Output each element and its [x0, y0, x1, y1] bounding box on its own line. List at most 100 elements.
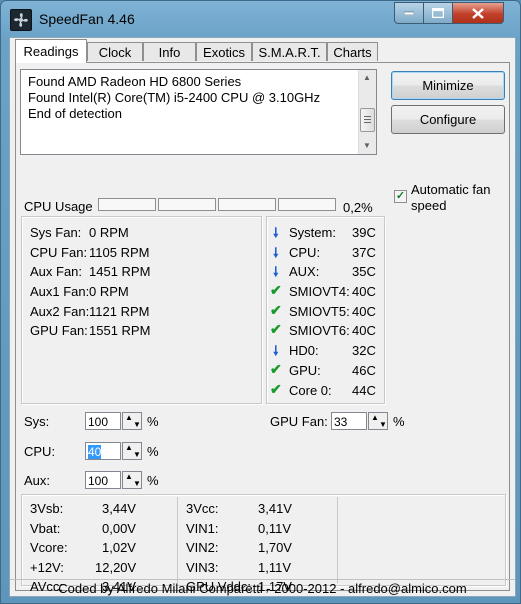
window-title: SpeedFan 4.46 [39, 11, 135, 27]
temp-label: SMIOVT6: [289, 323, 350, 338]
temp-label: HD0: [289, 343, 319, 358]
voltage-label: Vcore: [30, 540, 68, 555]
cpu-usage-bar-3 [218, 198, 276, 211]
sys-speed-label: Sys: [24, 414, 50, 429]
temp-label: Core 0: [289, 383, 332, 398]
temp-label: SMIOVT4: [289, 284, 350, 299]
check-icon: ✔ [270, 321, 282, 337]
aux-speed-spinner[interactable]: ▲ ▼ [122, 471, 142, 489]
cpu-usage-bar-4 [278, 198, 336, 211]
aux-speed-input[interactable]: 100 [85, 471, 121, 489]
spin-down-icon[interactable]: ▼ [379, 420, 387, 429]
log-line: Found AMD Radeon HD 6800 Series [28, 74, 242, 89]
fan-app-icon[interactable] [10, 9, 32, 31]
temp-value: 40C [352, 323, 376, 338]
fan-label: Aux2 Fan: [30, 304, 90, 319]
fan-label: GPU Fan: [30, 323, 88, 338]
aux-speed-label: Aux: [24, 473, 51, 488]
tab-readings[interactable]: Readings [15, 39, 87, 63]
cpu-speed-value[interactable]: 40 [88, 445, 102, 459]
cpu-speed-spinner[interactable]: ▲ ▼ [122, 442, 142, 460]
auto-fan-label: Automatic fan [411, 182, 491, 197]
minimize-button[interactable]: Minimize [391, 71, 505, 100]
voltage-value: 1,02V [102, 540, 136, 555]
voltage-label: 3Vsb: [30, 501, 64, 516]
temperatures-group: 🠗 System: 39C 🠗 CPU: 37C 🠗 AUX: 35C ✔ SM… [266, 216, 385, 404]
cpu-usage-bar-1 [98, 198, 156, 211]
spin-up-icon[interactable]: ▲ [125, 413, 133, 422]
tab-smart[interactable]: S.M.A.R.T. [252, 42, 327, 61]
fan-value: 1121 RPM [89, 304, 150, 319]
spin-down-icon[interactable]: ▼ [133, 479, 141, 488]
temp-value: 40C [352, 284, 376, 299]
temp-label: AUX: [289, 264, 320, 279]
check-icon: ✔ [270, 302, 282, 318]
temp-value: 37C [352, 245, 376, 260]
voltage-label: Vbat: [30, 521, 61, 536]
readings-panel: Found AMD Radeon HD 6800 Series Found In… [15, 62, 510, 594]
check-icon: ✔ [270, 361, 282, 377]
voltage-label: VIN1: [186, 521, 219, 536]
voltage-value: 12,20V [95, 560, 137, 575]
temp-label: CPU: [289, 245, 321, 260]
auto-fan-checkbox[interactable]: ✓ [394, 190, 407, 203]
temp-label: System: [289, 225, 336, 240]
tab-exotics[interactable]: Exotics [196, 42, 252, 61]
detection-log[interactable]: Found AMD Radeon HD 6800 Series Found In… [20, 69, 377, 155]
percent-label: % [147, 473, 159, 488]
app-window: SpeedFan 4.46 Readings Clock Info Exotic… [0, 0, 521, 604]
sys-speed-spinner[interactable]: ▲ ▼ [122, 412, 142, 430]
log-scrollbar[interactable]: ▲ ▼ [358, 70, 376, 154]
tab-clock[interactable]: Clock [87, 42, 143, 61]
voltage-label: 3Vcc: [186, 501, 219, 516]
temp-label: SMIOVT5: [289, 304, 350, 319]
percent-label: % [393, 414, 405, 429]
gpu-fan-input[interactable]: 33 [331, 412, 367, 430]
temp-value: 40C [352, 304, 376, 319]
fan-label: CPU Fan: [30, 245, 88, 260]
gpu-fan-spinner[interactable]: ▲ ▼ [368, 412, 388, 430]
close-window-button[interactable] [452, 2, 504, 24]
voltage-value: 3,44V [102, 501, 136, 516]
cpu-usage-bar-2 [158, 198, 216, 211]
status-bar: Coded by Alfredo Milani Comparetti - 200… [10, 579, 515, 597]
scroll-up-icon[interactable]: ▲ [363, 73, 371, 82]
scroll-thumb[interactable] [360, 108, 375, 132]
spin-up-icon[interactable]: ▲ [125, 472, 133, 481]
maximize-window-button[interactable] [423, 2, 453, 24]
fan-value: 1551 RPM [89, 323, 151, 338]
check-icon: ✔ [270, 282, 282, 298]
sys-speed-input[interactable]: 100 [85, 412, 121, 430]
voltage-value: 3,41V [258, 501, 292, 516]
cpu-speed-input[interactable]: 40 [85, 442, 121, 460]
cpu-usage-value: 0,2% [343, 200, 373, 215]
temp-value: 39C [352, 225, 376, 240]
voltage-value: 0,00V [102, 521, 136, 536]
spin-down-icon[interactable]: ▼ [133, 450, 141, 459]
temp-value: 32C [352, 343, 376, 358]
spin-up-icon[interactable]: ▲ [371, 413, 379, 422]
fan-value: 0 RPM [89, 284, 129, 299]
fan-value: 0 RPM [89, 225, 129, 240]
fan-label: Sys Fan: [30, 225, 82, 240]
spin-down-icon[interactable]: ▼ [133, 420, 141, 429]
tab-info[interactable]: Info [143, 42, 196, 61]
voltage-label: +12V: [30, 560, 64, 575]
temp-value: 44C [352, 383, 376, 398]
scroll-down-icon[interactable]: ▼ [363, 141, 371, 150]
temp-value: 46C [352, 363, 376, 378]
log-line: Found Intel(R) Core(TM) i5-2400 CPU @ 3.… [28, 90, 321, 105]
minimize-window-button[interactable] [394, 2, 424, 24]
cpu-usage-label: CPU Usage [24, 199, 93, 214]
down-arrow-icon: 🠗 [273, 225, 279, 240]
percent-label: % [147, 444, 159, 459]
log-line: End of detection [28, 106, 122, 121]
check-icon: ✔ [270, 381, 282, 397]
fan-label: Aux1 Fan: [30, 284, 90, 299]
tab-charts[interactable]: Charts [327, 42, 378, 61]
temp-value: 35C [352, 264, 376, 279]
spin-up-icon[interactable]: ▲ [125, 443, 133, 452]
voltage-value: 0,11V [258, 521, 292, 536]
configure-button[interactable]: Configure [391, 105, 505, 134]
voltage-label: VIN2: [186, 540, 219, 555]
